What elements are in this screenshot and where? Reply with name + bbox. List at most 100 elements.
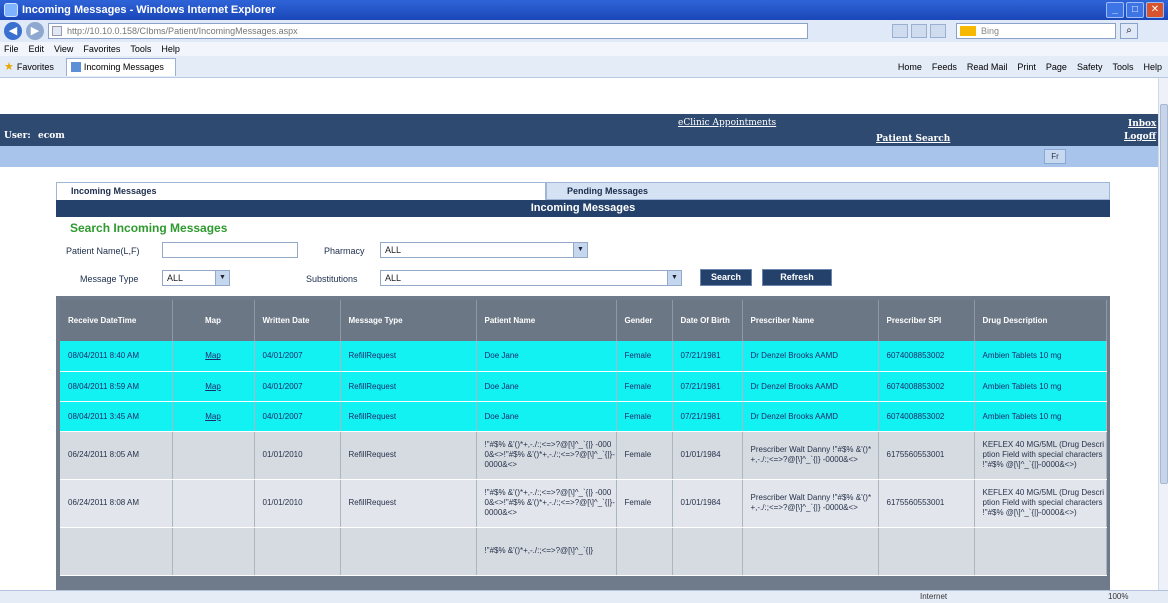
menu-favorites[interactable]: Favorites [83,44,120,54]
logoff-link[interactable]: Logoff [1124,132,1156,142]
tab-incoming-messages[interactable]: Incoming Messages [56,182,546,200]
col-prescriber-spi[interactable]: Prescriber SPI [878,300,975,341]
chevron-down-icon: ▼ [573,243,587,257]
stop-icon[interactable] [930,24,946,38]
compat-view-icon[interactable] [892,24,908,38]
cell-drug: Ambien Tablets 10 mg [974,341,1107,372]
favorites-star-icon[interactable]: ★ [4,60,14,73]
cmd-feeds[interactable]: Feeds [932,62,957,72]
cell-written: 01/01/2010 [254,479,341,528]
substitutions-select-value: ALL [385,273,402,283]
menu-edit[interactable]: Edit [29,44,45,54]
cell-prescriber: Prescriber Walt Danny !"#$% &'()*+,-./:;… [742,431,879,480]
map-link[interactable]: Map [172,371,255,402]
table-row[interactable]: 06/24/2011 8:05 AM 01/01/2010 RefillRequ… [60,431,1107,480]
inbox-link[interactable]: Inbox [1128,119,1156,129]
search-icon[interactable]: ⌕ [1120,23,1138,39]
refresh-button[interactable]: Refresh [762,269,832,286]
cell-written: 04/01/2007 [254,371,341,402]
table-row[interactable]: 08/04/2011 8:59 AM Map 04/01/2007 Refill… [60,371,1107,402]
cell-type: RefillRequest [340,371,477,402]
col-written-date[interactable]: Written Date [254,300,341,341]
maximize-icon[interactable]: □ [1126,2,1144,18]
map-link[interactable] [172,431,255,480]
cell-spi [878,527,975,576]
cell-receive [60,527,173,576]
zoom-level[interactable]: 100% [1108,592,1128,601]
menu-tools[interactable]: Tools [130,44,151,54]
scrollbar-thumb[interactable] [1160,104,1168,484]
minimize-icon[interactable]: _ [1106,2,1124,18]
cell-receive: 08/04/2011 8:40 AM [60,341,173,372]
pharmacy-select[interactable]: ALL ▼ [380,242,588,258]
cell-gender: Female [616,479,673,528]
cmd-help[interactable]: Help [1143,62,1162,72]
table-row[interactable]: 08/04/2011 3:45 AM Map 04/01/2007 Refill… [60,401,1107,432]
col-map[interactable]: Map [172,300,255,341]
cmd-safety[interactable]: Safety [1077,62,1103,72]
menu-view[interactable]: View [54,44,73,54]
cell-type: RefillRequest [340,431,477,480]
menu-help[interactable]: Help [161,44,180,54]
menu-file[interactable]: File [4,44,19,54]
browser-tab-label: Incoming Messages [83,61,164,72]
address-bar[interactable]: http://10.10.0.158/CIbms/Patient/Incomin… [48,23,808,39]
eclinic-appointments-link[interactable]: eClinic Appointments [678,118,776,128]
col-prescriber-name[interactable]: Prescriber Name [742,300,879,341]
fr-button[interactable]: Fr [1044,149,1066,164]
back-icon[interactable]: ◀ [4,22,22,40]
search-button[interactable]: Search [700,269,752,286]
cmd-print[interactable]: Print [1017,62,1036,72]
cell-drug: KEFLEX 40 MG/5ML (Drug Description Field… [974,431,1107,480]
cmd-home[interactable]: Home [898,62,922,72]
cell-prescriber: Prescriber Walt Danny !"#$% &'()*+,-./:;… [742,479,879,528]
table-row[interactable]: 06/24/2011 8:08 AM 01/01/2010 RefillRequ… [60,479,1107,528]
cell-spi: 6175560553001 [878,479,975,528]
ie-logo-icon [4,3,18,17]
col-message-type[interactable]: Message Type [340,300,477,341]
browser-tab[interactable]: Incoming Messages [65,57,176,76]
chevron-down-icon: ▼ [215,271,229,285]
cell-drug: KEFLEX 40 MG/5ML (Drug Description Field… [974,479,1107,528]
cell-type: RefillRequest [340,401,477,432]
forward-icon[interactable]: ▶ [26,22,44,40]
message-type-select[interactable]: ALL ▼ [162,270,230,286]
col-patient-name[interactable]: Patient Name [476,300,617,341]
map-link[interactable] [172,479,255,528]
patient-search-link[interactable]: Patient Search [876,134,950,144]
close-icon[interactable]: ✕ [1146,2,1164,18]
cell-drug: Ambien Tablets 10 mg [974,401,1107,432]
map-link[interactable]: Map [172,401,255,432]
map-link[interactable]: Map [172,341,255,372]
cell-spi: 6074008853002 [878,401,975,432]
patient-name-input[interactable] [162,242,298,258]
patient-name-label: Patient Name(L,F) [66,246,140,256]
table-row[interactable]: 08/04/2011 8:40 AM Map 04/01/2007 Refill… [60,341,1107,372]
col-gender[interactable]: Gender [616,300,673,341]
substitutions-select[interactable]: ALL ▼ [380,270,682,286]
cmd-page[interactable]: Page [1046,62,1067,72]
window-titlebar: Incoming Messages - Windows Internet Exp… [0,0,1168,20]
cmd-read-mail[interactable]: Read Mail [967,62,1008,72]
col-drug-description[interactable]: Drug Description [974,300,1107,341]
cmd-tools[interactable]: Tools [1112,62,1133,72]
cell-receive: 06/24/2011 8:08 AM [60,479,173,528]
map-link[interactable] [172,527,255,576]
favorites-label[interactable]: Favorites [17,62,54,72]
cell-type: RefillRequest [340,341,477,372]
tab-pending-messages[interactable]: Pending Messages [546,182,1110,200]
cell-gender: Female [616,401,673,432]
user-label: User: [4,131,31,141]
col-receive-datetime[interactable]: Receive DateTime [60,300,173,341]
refresh-icon[interactable] [911,24,927,38]
browser-search-input[interactable]: Bing [956,23,1116,39]
address-text: http://10.10.0.158/CIbms/Patient/Incomin… [67,26,298,36]
pharmacy-select-value: ALL [385,245,402,255]
table-row[interactable]: !"#$% &'()*+,-./:;<=>?@[\]^_`{|} [60,527,1107,576]
col-date-of-birth[interactable]: Date Of Birth [672,300,743,341]
cell-written: 01/01/2010 [254,431,341,480]
cell-patient: Doe Jane [476,371,617,402]
cell-dob: 07/21/1981 [672,401,743,432]
vertical-scrollbar[interactable] [1158,78,1168,590]
window-controls: _ □ ✕ [1106,2,1164,18]
